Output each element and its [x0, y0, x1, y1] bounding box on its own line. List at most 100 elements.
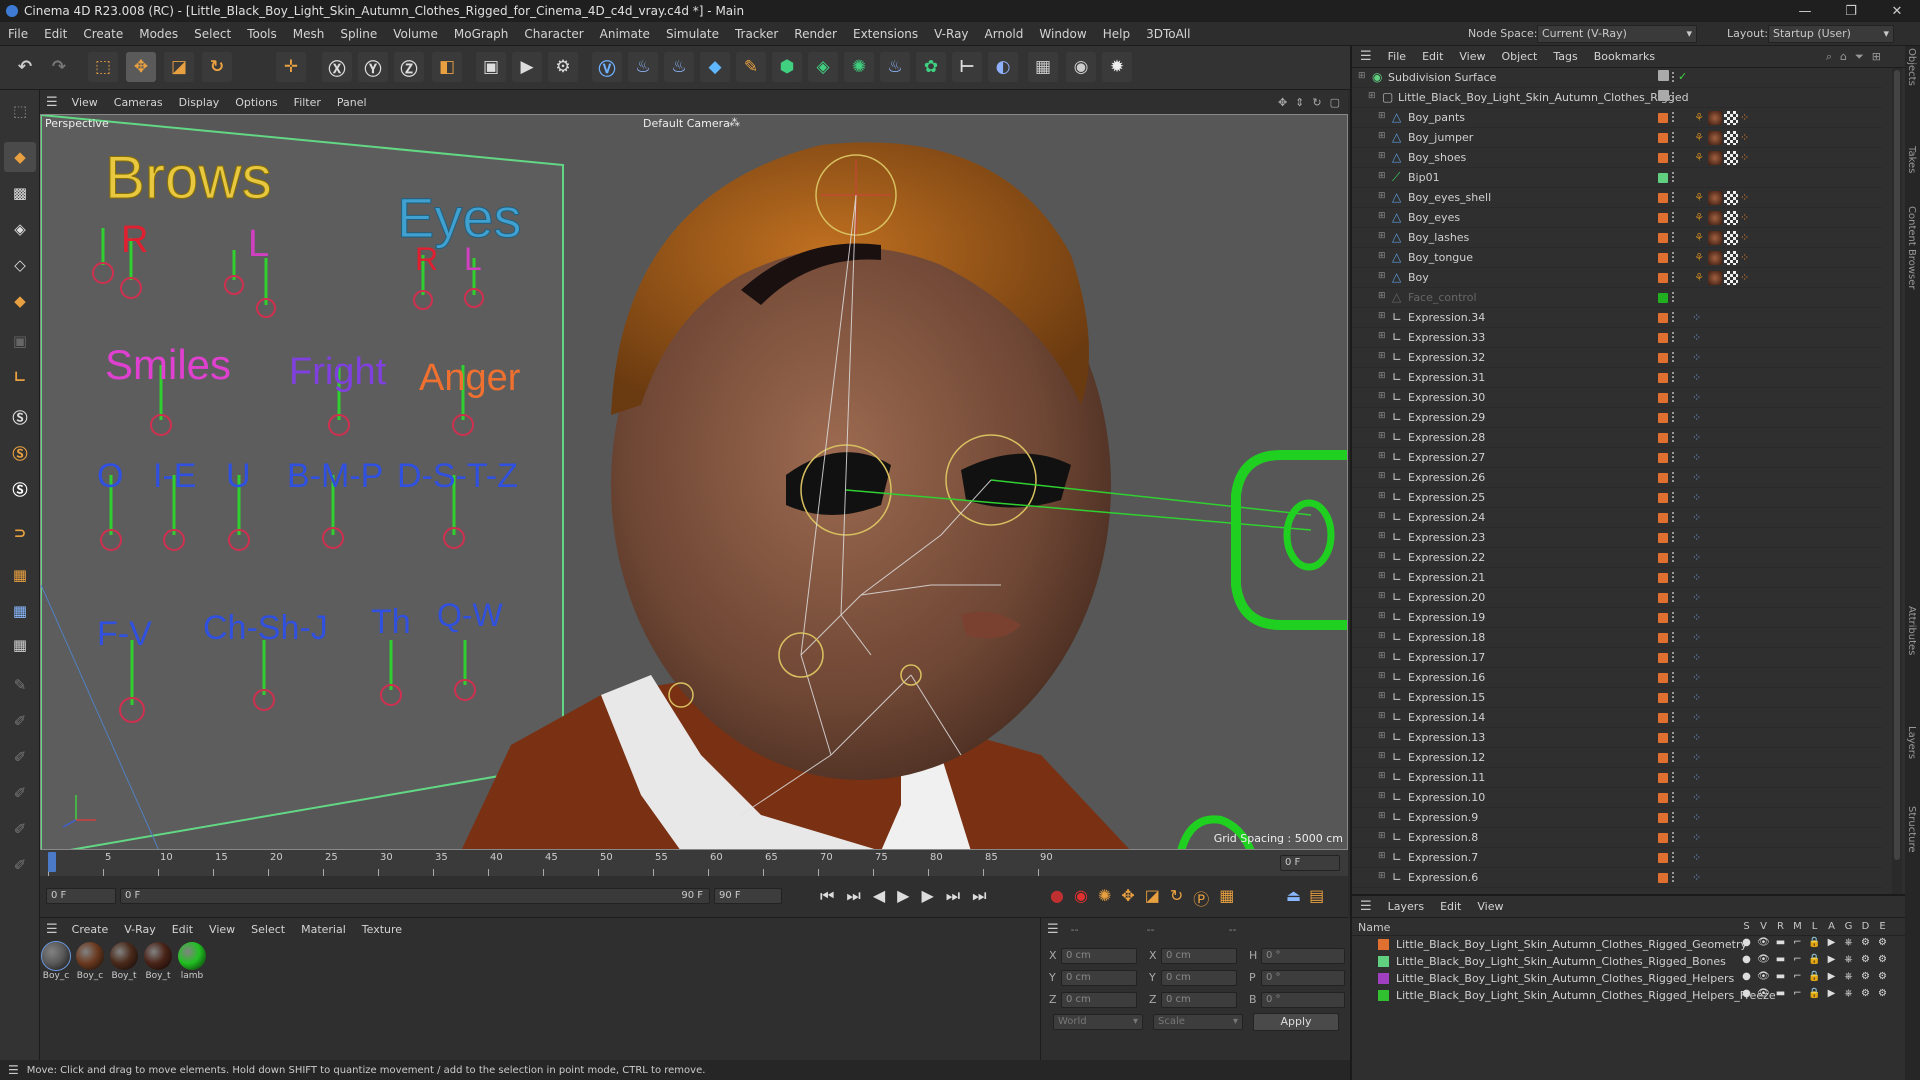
layer-color-swatch[interactable]: [1658, 833, 1668, 843]
layer-color-swatch[interactable]: [1658, 633, 1668, 643]
side-tab-layers[interactable]: Layers: [1906, 726, 1917, 786]
material-tag-icon[interactable]: [1708, 151, 1722, 165]
scrollbar-thumb[interactable]: [1894, 70, 1900, 860]
viewport-menu-cameras[interactable]: Cameras: [106, 96, 171, 109]
menu-edit[interactable]: Edit: [36, 27, 75, 41]
transform-mode-dropdown[interactable]: Scale ▾: [1153, 1014, 1243, 1030]
visibility-dots[interactable]: [1672, 832, 1676, 842]
skin-tag-icon[interactable]: ⚘: [1692, 271, 1706, 285]
texture-tag-icon[interactable]: [1724, 111, 1738, 125]
expression-tag-icon[interactable]: ⁘: [1692, 791, 1701, 804]
make-editable-icon[interactable]: ⬚: [4, 96, 36, 126]
expression-tag-icon[interactable]: ⁘: [1692, 511, 1701, 524]
workplane-icon[interactable]: ▦: [4, 560, 36, 590]
texture-tag-icon[interactable]: [1724, 211, 1738, 225]
visibility-dots[interactable]: [1672, 652, 1676, 662]
visibility-dots[interactable]: [1672, 252, 1676, 262]
menu-mesh[interactable]: Mesh: [285, 27, 333, 41]
object-menu-object[interactable]: Object: [1494, 50, 1546, 63]
spline-icon[interactable]: ◐: [988, 52, 1018, 82]
expand-icon[interactable]: ⊞: [1378, 471, 1386, 481]
visibility-dots[interactable]: [1672, 552, 1676, 562]
expression-tag-icon[interactable]: ⁘: [1692, 711, 1701, 724]
brush-tool-icon[interactable]: ✐: [4, 814, 36, 844]
visibility-dots[interactable]: [1672, 332, 1676, 342]
apply-button[interactable]: Apply: [1253, 1013, 1339, 1031]
hamburger-icon[interactable]: ☰: [1360, 899, 1372, 914]
object-scrollbar[interactable]: [1892, 68, 1902, 894]
object-row[interactable]: ⊞ △ Boy_tongue ⚘ ⁘: [1352, 248, 1882, 268]
y-axis-icon[interactable]: Ⓨ: [358, 52, 388, 82]
menu-file[interactable]: File: [0, 27, 36, 41]
select-tool-icon[interactable]: ⬚: [88, 52, 118, 82]
expression-tag-icon[interactable]: ⁘: [1692, 531, 1701, 544]
lock-icon[interactable]: 🔒: [1806, 971, 1823, 982]
visibility-dots[interactable]: [1672, 92, 1676, 102]
phong-tag-icon[interactable]: ⁘: [1740, 111, 1754, 125]
material-menu-view[interactable]: View: [201, 923, 243, 936]
visible-icon[interactable]: 👁: [1755, 937, 1772, 948]
hamburger-icon[interactable]: ☰: [1047, 922, 1059, 937]
manager-icon[interactable]: ⌐: [1789, 988, 1806, 999]
layer-row[interactable]: Little_Black_Boy_Light_Skin_Autumn_Cloth…: [1352, 936, 1904, 953]
hamburger-icon[interactable]: ☰: [46, 95, 58, 110]
object-row[interactable]: ⊞ △ Boy_eyes ⚘ ⁘: [1352, 208, 1882, 228]
layer-color-swatch[interactable]: [1658, 133, 1668, 143]
size-x-field[interactable]: 0 cm: [1161, 948, 1237, 964]
snap-workplane-icon[interactable]: Ⓢ: [4, 474, 36, 504]
check-icon[interactable]: ✓: [1678, 70, 1687, 83]
object-row[interactable]: ⊞ △ Boy ⚘ ⁘: [1352, 268, 1882, 288]
object-row[interactable]: ⊞ ∟ Expression.9 ⁘: [1352, 808, 1882, 828]
visibility-dots[interactable]: [1672, 812, 1676, 822]
coord-system-icon[interactable]: ◧: [432, 52, 462, 82]
side-tab-objects[interactable]: Objects: [1906, 48, 1917, 148]
visibility-dots[interactable]: [1672, 632, 1676, 642]
key-param-icon[interactable]: Ⓟ: [1193, 886, 1209, 910]
layer-menu-view[interactable]: View: [1469, 900, 1511, 913]
expand-icon[interactable]: ⊞: [1378, 411, 1386, 421]
visibility-dots[interactable]: [1672, 112, 1676, 122]
position-x-field[interactable]: 0 cm: [1061, 948, 1137, 964]
scale-tool-icon[interactable]: ◪: [164, 52, 194, 82]
material-tag-icon[interactable]: [1708, 231, 1722, 245]
end-frame-field[interactable]: 90 F: [714, 888, 782, 904]
motion-mode-icon[interactable]: ⏏: [1286, 886, 1301, 905]
visibility-dots[interactable]: [1672, 72, 1676, 82]
key-rotation-icon[interactable]: ↻: [1170, 886, 1183, 910]
menu-simulate[interactable]: Simulate: [658, 27, 727, 41]
object-row[interactable]: ⊞ ∟ Expression.17 ⁘: [1352, 648, 1882, 668]
layer-color-swatch[interactable]: [1658, 433, 1668, 443]
menu-tracker[interactable]: Tracker: [727, 27, 786, 41]
menu-extensions[interactable]: Extensions: [845, 27, 926, 41]
object-row[interactable]: ⊞ △ Boy_shoes ⚘ ⁘: [1352, 148, 1882, 168]
visibility-dots[interactable]: [1672, 752, 1676, 762]
texture-mode-icon[interactable]: ▩: [4, 178, 36, 208]
skin-tag-icon[interactable]: ⚘: [1692, 251, 1706, 265]
rotation-b-field[interactable]: 0 °: [1261, 992, 1345, 1008]
edges-mode-icon[interactable]: ◇: [4, 250, 36, 280]
z-axis-icon[interactable]: Ⓩ: [394, 52, 424, 82]
animation-icon[interactable]: ▶: [1823, 971, 1840, 982]
menu-select[interactable]: Select: [186, 27, 239, 41]
material-item[interactable]: lamb: [178, 942, 206, 981]
timeline-window-icon[interactable]: ▤: [1309, 886, 1324, 905]
expand-icon[interactable]: ⊞: [1378, 791, 1386, 801]
menu-character[interactable]: Character: [516, 27, 591, 41]
vray-icon[interactable]: Ⓥ: [592, 52, 622, 82]
material-menu-select[interactable]: Select: [243, 923, 293, 936]
object-row[interactable]: ⊞ ∟ Expression.10 ⁘: [1352, 788, 1882, 808]
material-tag-icon[interactable]: [1708, 131, 1722, 145]
manager-icon[interactable]: ⌐: [1789, 937, 1806, 948]
expand-icon[interactable]: ⊞: [1378, 231, 1386, 241]
animation-icon[interactable]: ▶: [1823, 937, 1840, 948]
lock-icon[interactable]: 🔒: [1806, 988, 1823, 999]
object-row[interactable]: ⊞ ∟ Expression.20 ⁘: [1352, 588, 1882, 608]
magnet-icon[interactable]: ⊃: [4, 518, 36, 548]
object-row[interactable]: ⊞ ⟋ Bip01: [1352, 168, 1882, 188]
side-tab-content-browser[interactable]: Content Browser: [1906, 206, 1917, 326]
visibility-dots[interactable]: [1672, 372, 1676, 382]
solo-icon[interactable]: ●: [1738, 988, 1755, 999]
menu-render[interactable]: Render: [786, 27, 845, 41]
maximize-button[interactable]: ❐: [1828, 0, 1874, 22]
object-row[interactable]: ⊞ ∟ Expression.24 ⁘: [1352, 508, 1882, 528]
